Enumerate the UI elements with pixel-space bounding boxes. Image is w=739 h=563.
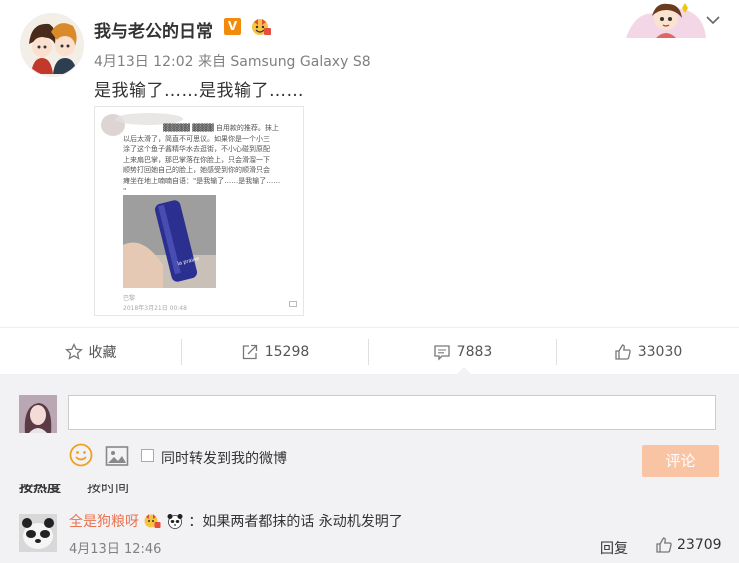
screenshot-text-line: 上来扇巴掌，那巴掌落在你脸上，只会滑溜一下 — [123, 155, 270, 164]
screenshot-text-line: 瘫坐在地上喃喃自语："是我输了……是我输了…… — [123, 176, 281, 185]
reply-button[interactable]: 回复 — [600, 538, 628, 558]
image-upload-icon[interactable] — [105, 445, 129, 467]
thumbs-up-icon — [615, 344, 631, 360]
tab-hot[interactable]: 按热度 — [19, 484, 61, 493]
emoji-badge-icon — [250, 17, 272, 37]
repost-button[interactable]: 15298 — [182, 330, 368, 374]
commenter-name[interactable]: 全是狗粮呀 — [69, 514, 139, 530]
panda-emoji-icon — [167, 514, 183, 529]
chevron-down-icon[interactable] — [706, 10, 720, 25]
comment-icon — [434, 345, 450, 361]
like-count: 33030 — [637, 344, 683, 360]
screenshot-text-line: 涂了这个鱼子酱精华水去逛街，不小心碰到原配 — [123, 145, 270, 153]
submit-comment-button[interactable]: 评论 — [642, 445, 719, 477]
screenshot-text-line: 以后太滑了，简直不可思议。如果你是一个小三 — [123, 134, 270, 143]
author-avatar[interactable] — [20, 13, 84, 77]
thumbs-up-icon — [656, 537, 672, 553]
post-text: 是我输了……是我输了…… — [94, 81, 304, 101]
screenshot-footer-date: 2018年3月21日 00:48 — [123, 305, 187, 312]
comment-small-icon — [289, 301, 297, 307]
repost-checkbox[interactable] — [141, 449, 154, 462]
screenshot-text-line: ▓▓▓▓▓ ▓▓▓▓ 自用款的推荐。抹上 — [163, 124, 279, 132]
screenshot-text-line: 顺势打回她自己的脸上，她感受到你的顺滑只会 — [123, 166, 270, 174]
comment-like-count: 23709 — [677, 537, 722, 553]
tab-time[interactable]: 按时间 — [87, 484, 129, 493]
star-icon — [64, 343, 83, 360]
comment-line: 全是狗粮呀 ：如果两者都抹的话 永动机发明了 — [69, 511, 403, 531]
author-name[interactable]: 我与老公的日常 — [94, 17, 213, 42]
divider — [0, 327, 739, 328]
comment-like-button[interactable]: 23709 — [655, 536, 722, 554]
action-bar: 收藏 15298 7883 33030 — [0, 330, 739, 374]
screenshot-footer-name: 巴黎 — [123, 295, 136, 302]
comment-time: 4月13日 12:46 — [69, 542, 162, 557]
screenshot-text: ▓▓▓▓▓ ▓▓▓▓ 自用款的推荐。抹上 以后太滑了，简直不可思议。如果你是一个… — [123, 123, 299, 197]
post-meta: 4月13日 12:02 来自 Samsung Galaxy S8 — [94, 54, 371, 70]
bottle-photo: la prairie — [123, 195, 216, 288]
like-button[interactable]: 33030 — [557, 330, 739, 374]
emoji-smile-icon[interactable] — [69, 443, 93, 467]
comment-input[interactable] — [68, 395, 716, 430]
sort-tabs: 按热度 按时间 — [19, 484, 739, 493]
favorite-button[interactable]: 收藏 — [0, 330, 181, 374]
favorite-label: 收藏 — [88, 345, 117, 361]
my-avatar[interactable] — [19, 395, 57, 433]
repost-count: 15298 — [264, 344, 310, 360]
emoji-badge-icon — [144, 514, 161, 528]
repost-checkbox-label[interactable]: 同时转发到我的微博 — [161, 448, 287, 468]
repost-icon — [242, 344, 257, 360]
commenter-avatar[interactable] — [19, 514, 57, 552]
verified-badge-icon: V — [224, 18, 241, 35]
cartoon-girl-decoration — [626, 0, 706, 38]
comment-count: 7883 — [456, 344, 493, 360]
post-image[interactable]: ▓▓▓▓▓ ▓▓▓▓ 自用款的推荐。抹上 以后太滑了，简直不可思议。如果你是一个… — [94, 106, 304, 316]
comment-text: ：如果两者都抹的话 永动机发明了 — [188, 514, 403, 530]
